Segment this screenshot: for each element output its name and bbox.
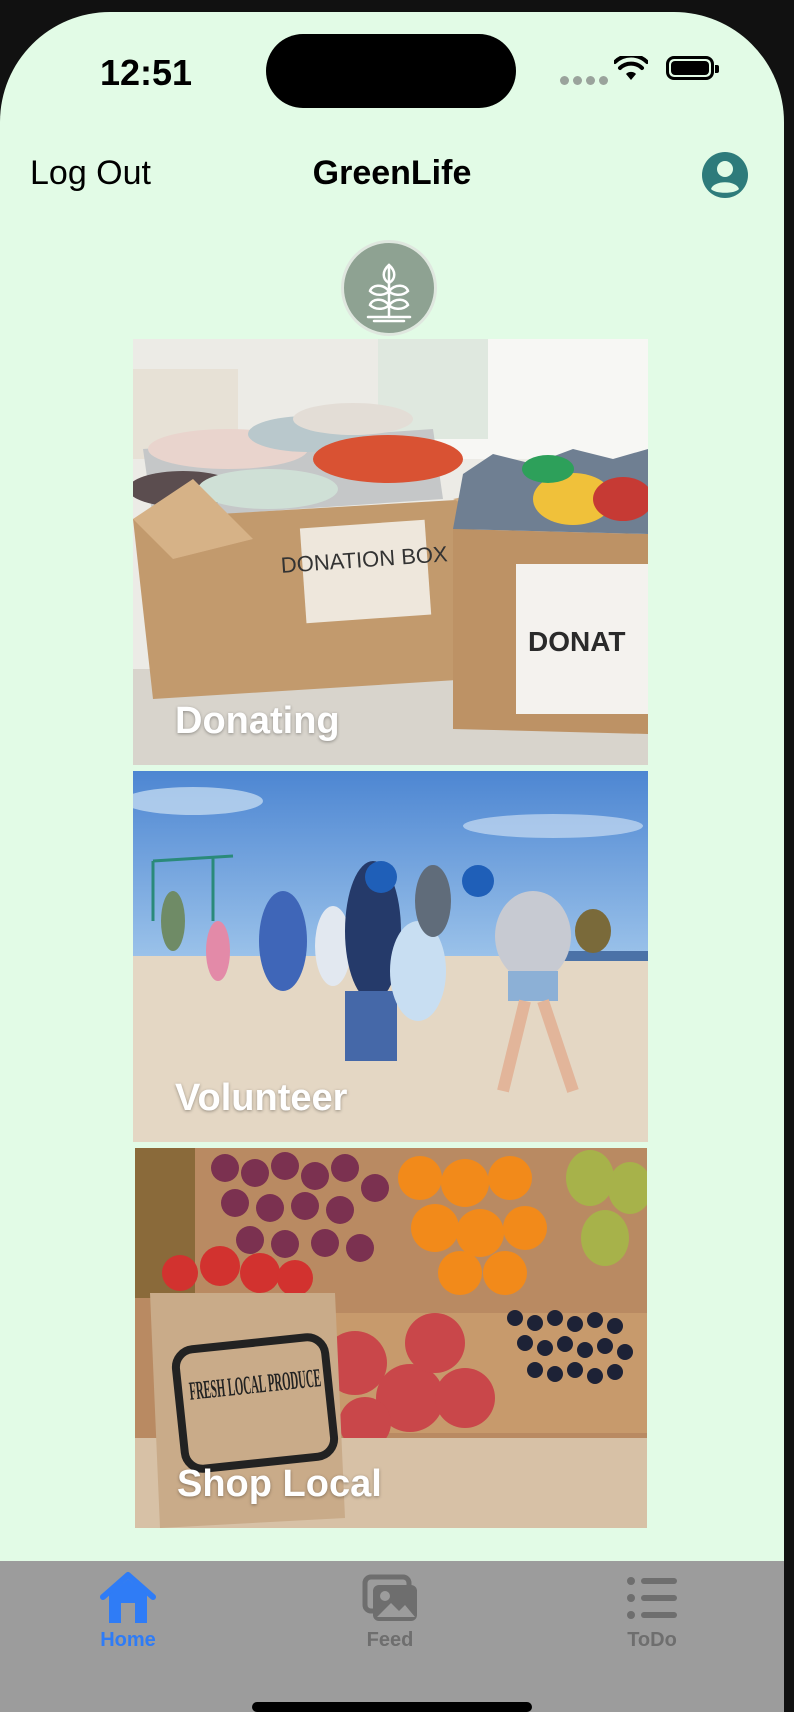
- wifi-icon: [614, 56, 648, 80]
- tab-home-label: Home: [100, 1629, 156, 1651]
- shop-local-card[interactable]: FRESH LOCAL PRODUCE Shop Local: [135, 1148, 647, 1528]
- home-indicator: [252, 1702, 532, 1712]
- signal-icon: [560, 76, 608, 85]
- page-title: GreenLife: [312, 154, 472, 192]
- tab-feed-label: Feed: [366, 1629, 414, 1651]
- dynamic-island: [266, 34, 516, 108]
- app-screen: 12:51 Log Out GreenLife DONATION BOX DON…: [0, 12, 784, 1712]
- donating-card[interactable]: DONATION BOX DONAT Donating: [133, 339, 648, 765]
- app-logo: [341, 240, 437, 336]
- tab-todo[interactable]: ToDo: [582, 1571, 722, 1652]
- photos-icon: [362, 1574, 417, 1621]
- volunteer-label: Volunteer: [175, 1077, 348, 1119]
- tab-bar: Home Feed ToDo: [0, 1561, 784, 1712]
- status-time: 12:51: [100, 52, 193, 93]
- list-icon: [627, 1577, 677, 1619]
- donation-box-text-2: DONAT: [528, 626, 625, 657]
- house-icon: [100, 1572, 156, 1623]
- person-circle-icon[interactable]: [702, 152, 748, 198]
- tab-home[interactable]: Home: [58, 1571, 198, 1652]
- volunteer-card[interactable]: Volunteer: [133, 771, 648, 1142]
- battery-icon: [666, 56, 719, 80]
- plant-leaf-icon: [366, 263, 412, 323]
- phone-frame: 12:51 Log Out GreenLife DONATION BOX DON…: [0, 0, 794, 1712]
- donating-label: Donating: [175, 700, 340, 742]
- tab-todo-label: ToDo: [627, 1629, 677, 1651]
- shop-local-label: Shop Local: [177, 1463, 382, 1505]
- tab-feed[interactable]: Feed: [320, 1571, 460, 1652]
